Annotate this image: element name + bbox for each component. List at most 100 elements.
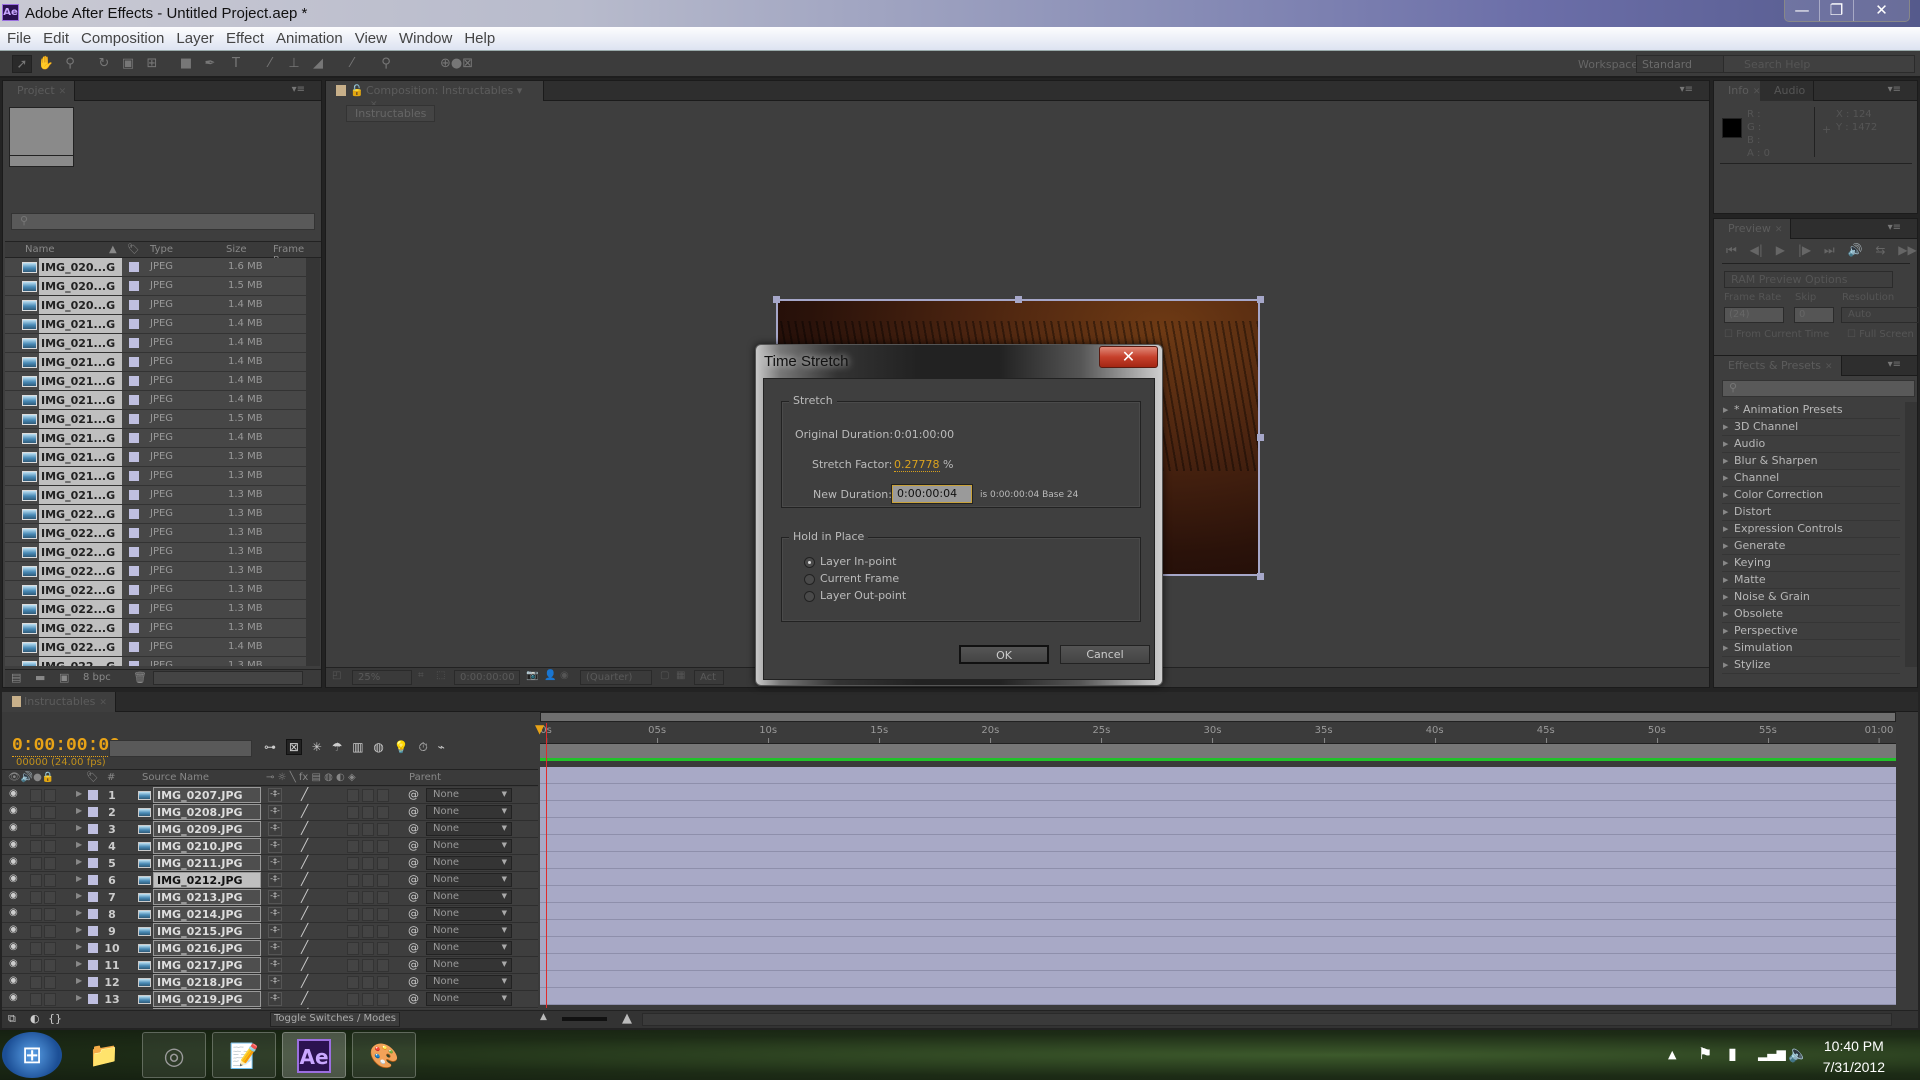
hide-shy-layers-icon[interactable]: ☂ <box>332 740 343 754</box>
shy-switch[interactable]: -‡- <box>268 839 282 853</box>
menu-edit[interactable]: Edit <box>36 27 74 47</box>
in-out-toggle-icon[interactable]: {} <box>48 1012 62 1025</box>
switch-box[interactable] <box>377 976 389 989</box>
effect-category[interactable]: Keying <box>1722 555 1900 572</box>
switch-box[interactable] <box>362 925 374 938</box>
switch-box[interactable] <box>347 959 359 972</box>
full-screen-checkbox[interactable]: ☐ Full Screen <box>1847 329 1914 340</box>
layer-row[interactable]: ◉ ▶ 13 IMG_0219.JPG -‡- ╱ @ None <box>2 991 538 1008</box>
zoom-tool-icon[interactable]: ⚲ <box>60 55 80 73</box>
camera-tool-icon[interactable]: ▣ <box>118 55 138 73</box>
horizontal-scrollbar[interactable] <box>153 671 303 685</box>
pick-whip-icon[interactable]: @ <box>408 805 419 818</box>
switch-box[interactable] <box>362 806 374 819</box>
close-window-button[interactable]: ✕ <box>1853 0 1909 21</box>
tab-composition[interactable]: 🔓 Composition: Instructables ▾ ✕ <box>326 81 544 110</box>
pick-whip-icon[interactable]: @ <box>408 992 419 1005</box>
effect-category[interactable]: Expression Controls <box>1722 521 1900 538</box>
project-item[interactable]: IMG_021...G JPEG 1.3 MB <box>5 467 306 486</box>
layer-name[interactable]: IMG_0215.JPG <box>153 923 261 939</box>
radio-layer-in-point[interactable] <box>804 557 815 568</box>
column-size[interactable]: Size <box>226 244 247 255</box>
pick-whip-icon[interactable]: @ <box>408 856 419 869</box>
shy-switch[interactable]: -‡- <box>268 958 282 972</box>
layer-duration-bar[interactable] <box>540 801 1896 818</box>
menu-view[interactable]: View <box>348 27 392 47</box>
clone-stamp-tool-icon[interactable]: ⊥ <box>284 55 304 73</box>
layer-row[interactable]: ◉ ▶ 1 IMG_0207.JPG -‡- ╱ @ None <box>2 787 538 804</box>
layer-name[interactable]: IMG_0216.JPG <box>153 940 261 956</box>
action-center-flag-icon[interactable]: ⚑ <box>1698 1044 1712 1063</box>
label-color[interactable] <box>129 262 139 272</box>
project-item[interactable]: IMG_021...G JPEG 1.4 MB <box>5 372 306 391</box>
menu-window[interactable]: Window <box>392 27 457 47</box>
tab-timeline-instructables[interactable]: Instructables ✕ <box>2 692 116 712</box>
puppet-pin-tool-icon[interactable]: ⚲ <box>376 55 396 73</box>
layer-duration-bar[interactable] <box>540 818 1896 835</box>
safe-zones-icon[interactable]: ⌗ <box>418 670 424 681</box>
rotation-tool-icon[interactable]: ↻ <box>94 55 114 73</box>
from-current-time-checkbox[interactable]: ☐ From Current Time <box>1724 329 1829 340</box>
current-time-display[interactable]: 0:00:00:00 <box>12 736 121 757</box>
parent-select[interactable]: None <box>426 941 512 955</box>
shy-switch[interactable]: -‡- <box>268 890 282 904</box>
visibility-eye-icon[interactable]: ◉ <box>9 992 18 1003</box>
time-navigator[interactable] <box>540 712 1896 722</box>
work-area-bar[interactable] <box>540 743 1896 758</box>
layer-name[interactable]: IMG_0207.JPG <box>153 787 261 803</box>
tab-preview[interactable]: Preview ✕ <box>1714 219 1792 239</box>
pick-whip-icon[interactable]: @ <box>408 907 419 920</box>
quality-switch-icon[interactable]: ╱ <box>301 787 308 801</box>
layer-row[interactable]: ◉ ▶ 11 IMG_0217.JPG -‡- ╱ @ None <box>2 957 538 974</box>
axis-mode-icons[interactable]: ⊕●⊠ <box>440 55 473 73</box>
label-color[interactable] <box>88 977 98 987</box>
zoom-out-icon[interactable]: ▲ <box>540 1012 547 1022</box>
switch-box[interactable] <box>377 959 389 972</box>
close-tab-icon[interactable]: ✕ <box>1825 362 1833 372</box>
lock-switch[interactable] <box>44 891 56 904</box>
label-color[interactable] <box>129 376 139 386</box>
layer-name[interactable]: IMG_0219.JPG <box>153 991 261 1007</box>
project-item[interactable]: IMG_022...G JPEG 1.4 MB <box>5 638 306 657</box>
layer-row[interactable]: ◉ ▶ 4 IMG_0210.JPG -‡- ╱ @ None <box>2 838 538 855</box>
label-color[interactable] <box>129 585 139 595</box>
close-tab-icon[interactable]: ✕ <box>1775 225 1783 235</box>
next-frame-icon[interactable]: |▶ <box>1798 243 1811 257</box>
expand-triangle-icon[interactable]: ▶ <box>76 908 82 917</box>
time-graph[interactable]: 0s05s10s15s20s25s30s35s40s45s50s55s01:00… <box>535 712 1896 1028</box>
switch-box[interactable] <box>347 891 359 904</box>
column-source-name[interactable]: Source Name <box>142 772 209 783</box>
current-time-indicator[interactable] <box>546 723 547 1008</box>
ram-preview-icon[interactable]: ▶▶ <box>1898 243 1916 257</box>
solo-switch[interactable] <box>30 942 42 955</box>
shy-switch[interactable]: -‡- <box>268 907 282 921</box>
layer-row[interactable]: ◉▶14IMG_0220.JPG-‡-╱@None <box>2 1008 538 1009</box>
label-color[interactable] <box>88 926 98 936</box>
label-color[interactable] <box>88 892 98 902</box>
layer-out-point-label[interactable]: Layer Out-point <box>820 589 906 602</box>
layer-name[interactable]: IMG_0218.JPG <box>153 974 261 990</box>
parent-select[interactable]: None <box>426 788 512 802</box>
lock-switch[interactable] <box>44 823 56 836</box>
switch-box[interactable] <box>362 840 374 853</box>
switch-box[interactable] <box>377 908 389 921</box>
label-color[interactable] <box>129 471 139 481</box>
project-item[interactable]: IMG_022...G JPEG 1.3 MB <box>5 524 306 543</box>
layer-name[interactable]: IMG_0211.JPG <box>153 855 261 871</box>
layer-duration-bar[interactable] <box>540 937 1896 954</box>
resolution-select[interactable]: Auto <box>1841 307 1919 323</box>
switch-box[interactable] <box>362 789 374 802</box>
project-item[interactable]: IMG_022...G JPEG 1.3 MB <box>5 505 306 524</box>
radio-current-frame[interactable] <box>804 574 815 585</box>
bit-depth[interactable]: 8 bpc <box>83 672 111 683</box>
project-item[interactable]: IMG_020...G JPEG 1.6 MB <box>5 258 306 277</box>
switch-box[interactable] <box>347 925 359 938</box>
quality-switch-icon[interactable]: ╱ <box>301 872 308 886</box>
effects-scrollbar[interactable] <box>1905 402 1917 667</box>
quality-switch-icon[interactable]: ╱ <box>301 940 308 954</box>
pen-tool-icon[interactable]: ✒ <box>200 55 220 73</box>
layer-name[interactable]: IMG_0214.JPG <box>153 906 261 922</box>
resolution-select[interactable]: (Quarter) <box>580 670 652 685</box>
layer-row[interactable]: ◉ ▶ 2 IMG_0208.JPG -‡- ╱ @ None <box>2 804 538 821</box>
parent-select[interactable]: None <box>426 856 512 870</box>
